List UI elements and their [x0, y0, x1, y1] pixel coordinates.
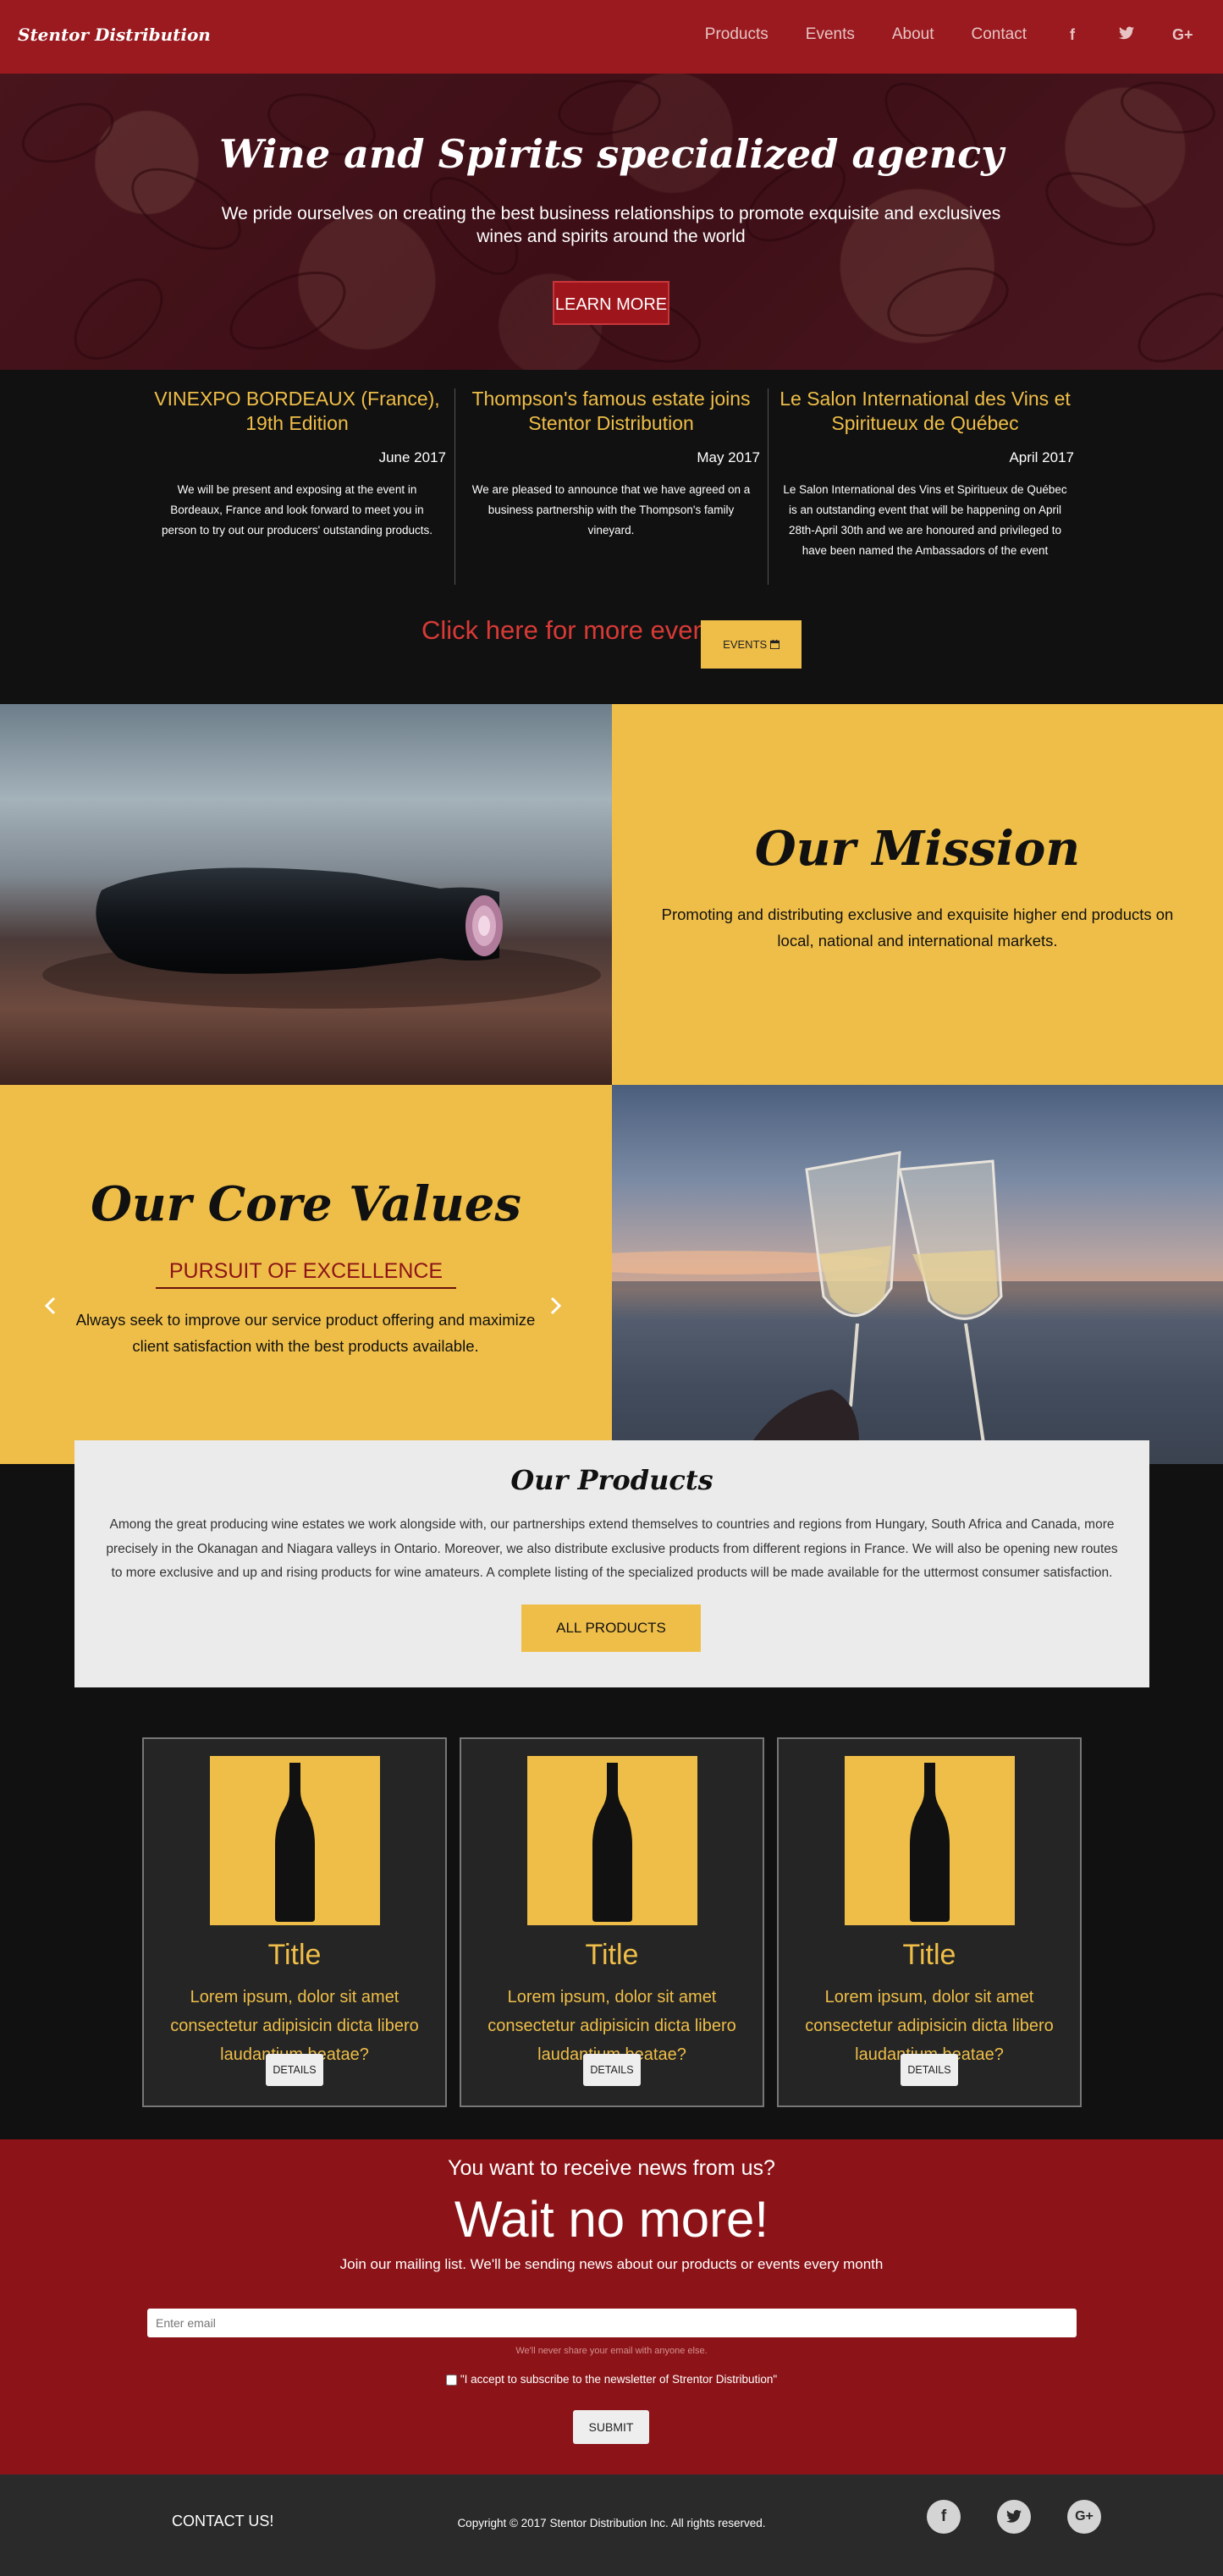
copyright-text: Copyright © 2017 Stentor Distribution In…	[457, 2517, 766, 2529]
event-title[interactable]: Thompson's famous estate joins Stentor D…	[462, 387, 760, 436]
event-card: Thompson's famous estate joins Stentor D…	[462, 387, 760, 583]
values-carousel: Our Core Values PURSUIT OF EXCELLENCE Al…	[0, 1085, 612, 1464]
event-title[interactable]: Le Salon International des Vins et Spiri…	[776, 387, 1074, 436]
card-title: Title	[585, 1939, 639, 1971]
chevron-left-icon[interactable]	[44, 1295, 56, 1321]
core-values-section: Our Core Values PURSUIT OF EXCELLENCE Al…	[0, 1085, 1223, 1464]
card-title: Title	[902, 1939, 956, 1971]
products-text: Among the great producing wine estates w…	[106, 1517, 1118, 1580]
event-date: May 2017	[697, 449, 760, 465]
navbar: Stentor Distribution Products Events Abo…	[0, 0, 1223, 74]
mission-panel: Our Mission Promoting and distributing e…	[612, 704, 1223, 1085]
event-card: VINEXPO BORDEAUX (France), 19th Edition …	[148, 387, 446, 583]
nav-link-about[interactable]: About	[892, 25, 934, 44]
values-subtitle: PURSUIT OF EXCELLENCE	[0, 1259, 612, 1289]
nav-links: Products Events About Contact f G+	[668, 25, 1193, 44]
event-date: April 2017	[1009, 449, 1074, 465]
email-field[interactable]	[147, 2309, 1077, 2337]
footer: CONTACT US! Copyright © 2017 Stentor Dis…	[0, 2474, 1223, 2576]
card-title: Title	[267, 1939, 322, 1971]
product-card: Title Lorem ipsum, dolor sit amet consec…	[142, 1737, 447, 2107]
divider	[768, 388, 769, 585]
facebook-icon[interactable]: f	[927, 2500, 961, 2534]
wine-bottle-image	[0, 704, 612, 1085]
product-card: Title Lorem ipsum, dolor sit amet consec…	[777, 1737, 1082, 2107]
wine-bottle-icon	[210, 1756, 380, 1925]
details-button[interactable]: DETAILS	[583, 2054, 641, 2086]
submit-button[interactable]: SUBMIT	[573, 2410, 649, 2444]
nav-link-events[interactable]: Events	[806, 25, 855, 44]
divider	[454, 388, 455, 585]
newsletter-pretitle: You want to receive news from us?	[448, 2156, 775, 2180]
values-title: Our Core Values	[91, 1176, 521, 1232]
more-events-link[interactable]: Click here for more events!	[421, 615, 735, 646]
products-panel: Our Products Among the great producing w…	[74, 1440, 1149, 1687]
google-plus-icon[interactable]: G+	[1067, 2500, 1101, 2534]
details-button[interactable]: DETAILS	[266, 2054, 323, 2086]
wine-bottle-icon	[527, 1756, 697, 1925]
mission-section: Our Mission Promoting and distributing e…	[0, 704, 1223, 1085]
calendar-icon	[769, 638, 780, 651]
event-date: June 2017	[378, 449, 446, 465]
twitter-icon[interactable]	[1118, 26, 1135, 44]
consent-row: "I accept to subscribe to the newsletter…	[0, 2373, 1223, 2386]
products-title: Our Products	[510, 1464, 713, 1496]
brand-logo[interactable]: Stentor Distribution	[18, 25, 211, 45]
event-text: Le Salon International des Vins et Spiri…	[783, 483, 1067, 557]
details-button[interactable]: DETAILS	[901, 2054, 958, 2086]
event-title[interactable]: VINEXPO BORDEAUX (France), 19th Edition	[148, 387, 446, 436]
wine-bottle-icon	[845, 1756, 1015, 1925]
mission-title: Our Mission	[754, 821, 1081, 877]
events-section: VINEXPO BORDEAUX (France), 19th Edition …	[0, 370, 1223, 704]
consent-checkbox[interactable]	[445, 2374, 457, 2386]
newsletter-section: You want to receive news from us? Wait n…	[0, 2139, 1223, 2474]
all-products-button[interactable]: ALL PRODUCTS	[521, 1604, 701, 1652]
event-card: Le Salon International des Vins et Spiri…	[776, 387, 1074, 583]
hero-subtitle: We pride ourselves on creating the best …	[221, 204, 1001, 246]
events-button-label: EVENTS	[723, 638, 768, 651]
consent-label: "I accept to subscribe to the newsletter…	[460, 2373, 778, 2386]
product-card: Title Lorem ipsum, dolor sit amet consec…	[460, 1737, 764, 2107]
newsletter-headline: Wait no more!	[454, 2191, 769, 2248]
facebook-icon[interactable]: f	[1064, 26, 1081, 44]
hero-title: Wine and Spirits specialized agency	[219, 131, 1004, 177]
twitter-icon[interactable]	[997, 2500, 1031, 2534]
wine-glasses-image	[612, 1085, 1223, 1464]
chevron-right-icon[interactable]	[550, 1295, 562, 1321]
values-text: Always seek to improve our service produ…	[75, 1311, 536, 1355]
event-text: We are pleased to announce that we have …	[471, 483, 751, 537]
events-button[interactable]: EVENTS	[701, 620, 802, 669]
email-help-text: We'll never share your email with anyone…	[515, 2346, 708, 2356]
nav-link-contact[interactable]: Contact	[972, 25, 1027, 44]
newsletter-description: Join our mailing list. We'll be sending …	[339, 2256, 884, 2272]
learn-more-button[interactable]: LEARN MORE	[553, 281, 669, 325]
hero-section: Wine and Spirits specialized agency We p…	[0, 74, 1223, 370]
values-subtitle-text: PURSUIT OF EXCELLENCE	[155, 1259, 457, 1289]
google-plus-icon[interactable]: G+	[1172, 26, 1193, 44]
mission-text: Promoting and distributing exclusive and…	[661, 905, 1174, 949]
nav-link-products[interactable]: Products	[705, 25, 769, 44]
event-text: We will be present and exposing at the e…	[161, 483, 432, 537]
